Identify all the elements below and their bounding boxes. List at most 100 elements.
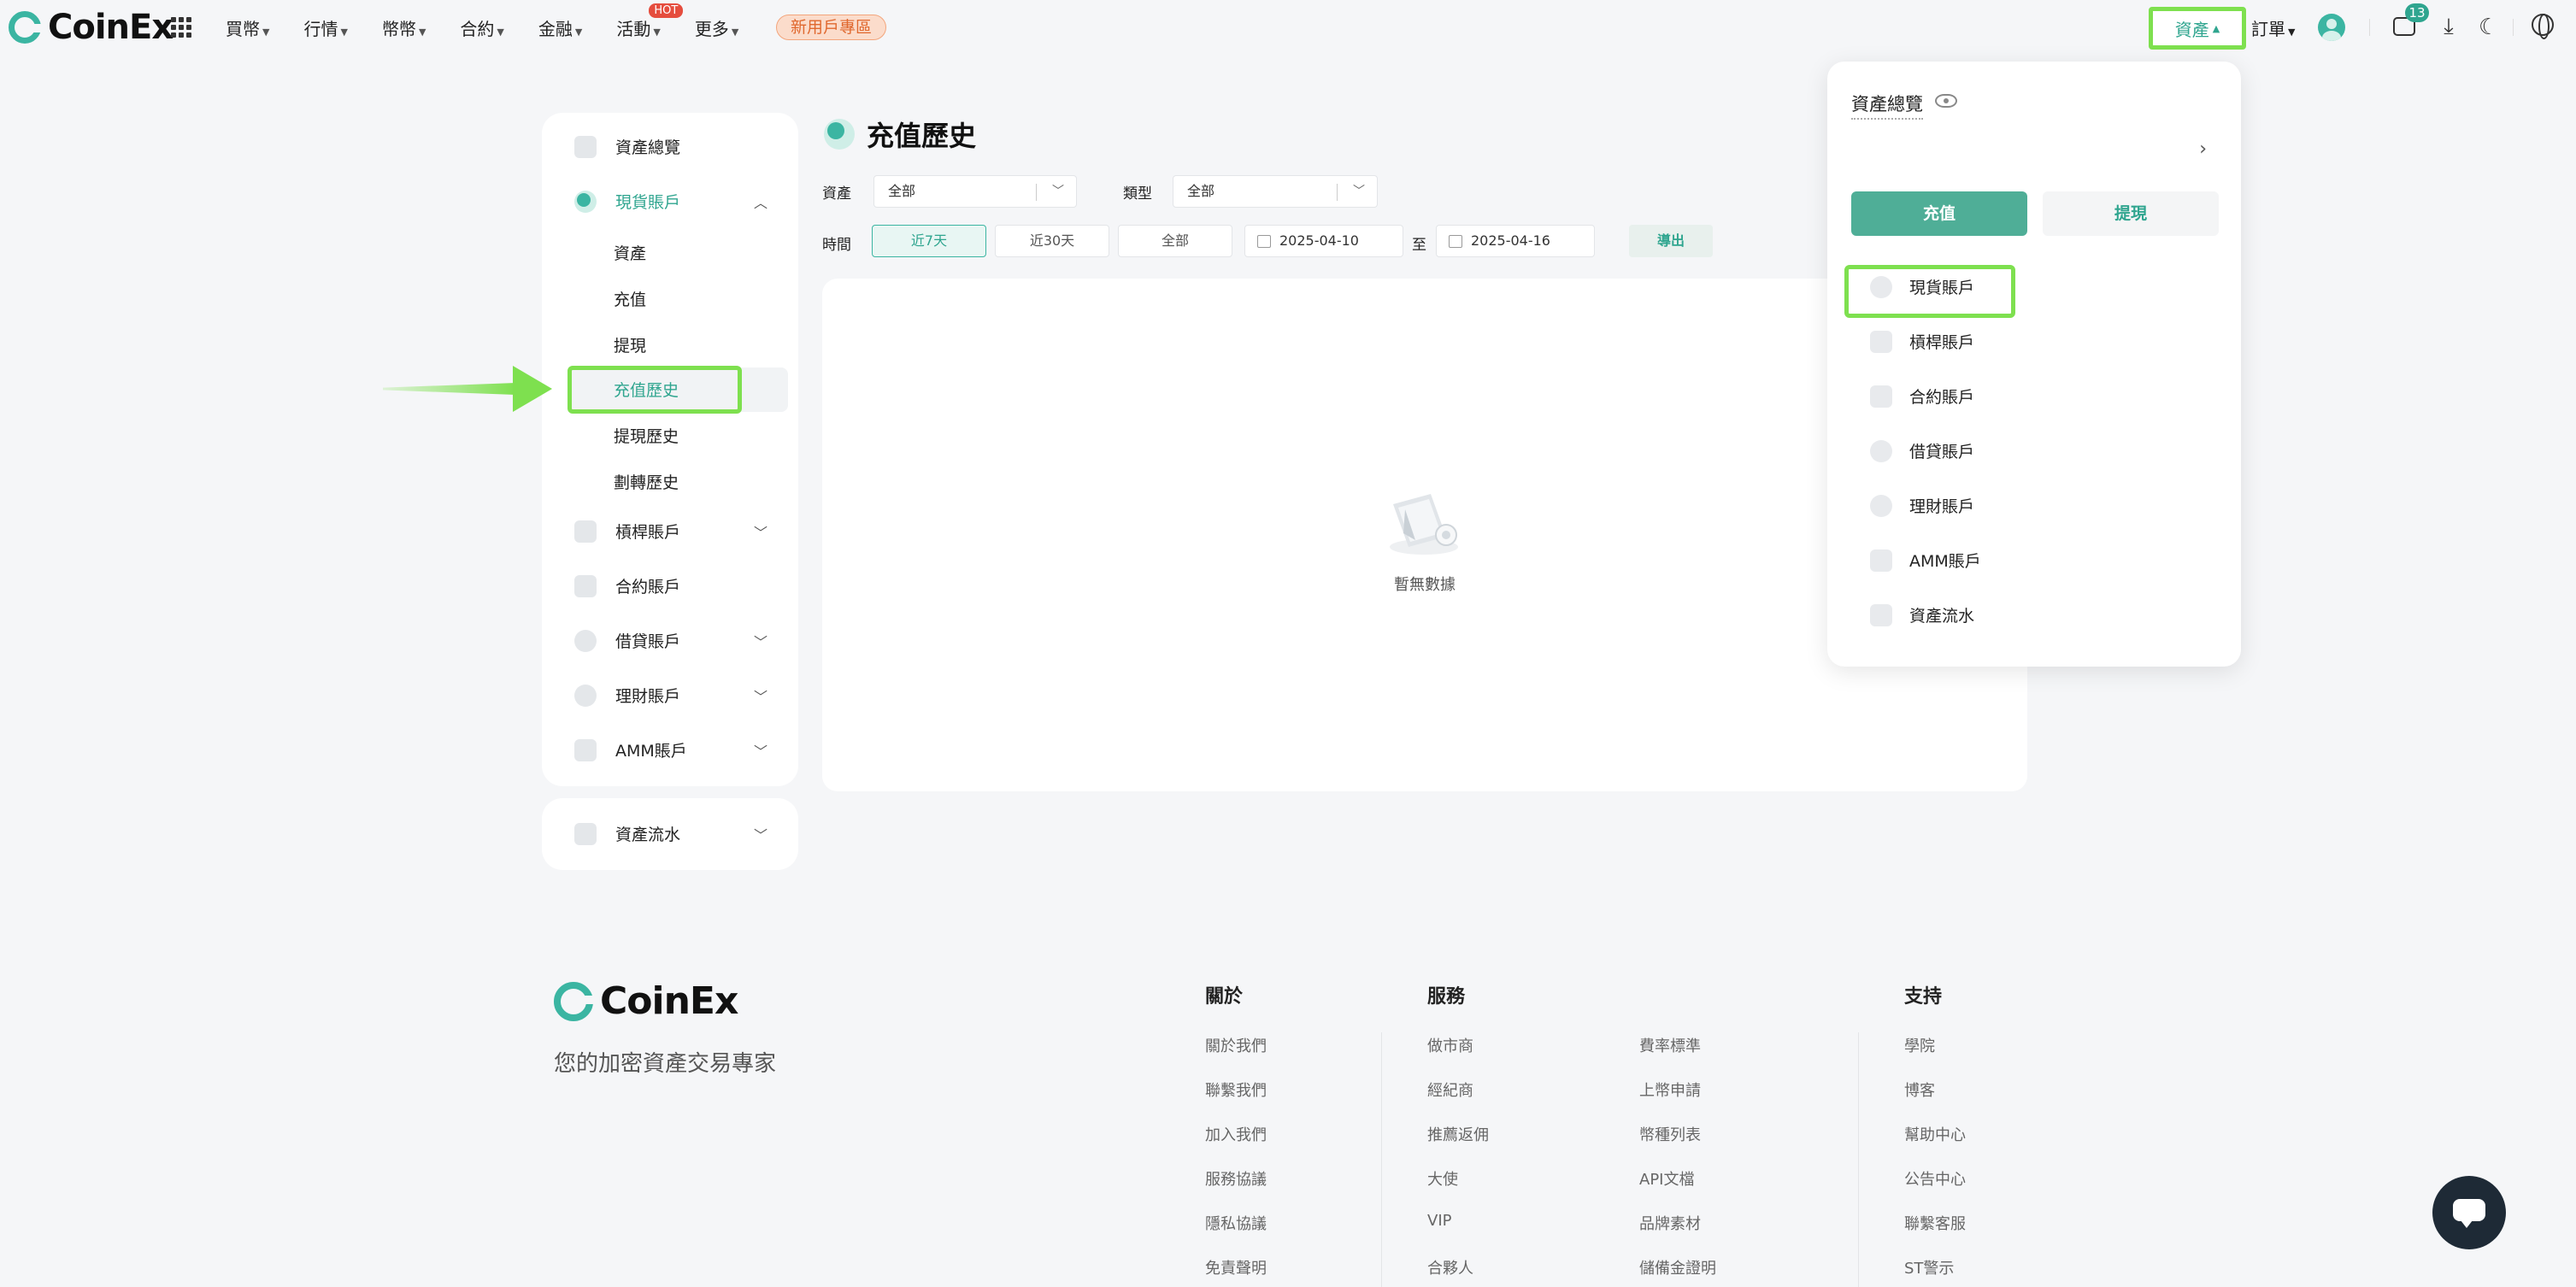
sidebar-item-overview[interactable]: 資產總覽 bbox=[574, 135, 680, 158]
footer-logo-text: CoinEx bbox=[600, 979, 738, 1023]
futures-account-icon bbox=[574, 574, 597, 597]
footer-link[interactable]: 幫助中心 bbox=[1904, 1123, 1966, 1145]
nav-activities[interactable]: 活動 ▼ HOT bbox=[616, 3, 684, 40]
footer-link[interactable]: 上幣申請 bbox=[1639, 1078, 1701, 1101]
chevron-down-icon: ﹀ bbox=[753, 633, 768, 650]
chevron-down-icon: ▼ bbox=[262, 26, 270, 38]
date-from-input[interactable]: 2025-04-10 bbox=[1244, 225, 1403, 257]
footer-logo[interactable]: CoinEx bbox=[554, 979, 738, 1023]
nav-finance[interactable]: 金融 ▼ bbox=[538, 15, 582, 40]
footer-link[interactable]: 聯繫我們 bbox=[1205, 1078, 1267, 1101]
footer-link[interactable]: ST警示 bbox=[1904, 1256, 1954, 1278]
time-all-button[interactable]: 全部 bbox=[1118, 225, 1232, 257]
footer-link[interactable]: 經紀商 bbox=[1427, 1078, 1473, 1101]
eye-icon[interactable] bbox=[1935, 94, 1957, 108]
finance-account-icon bbox=[574, 684, 597, 707]
new-user-promo-button[interactable]: 新用戶專區 bbox=[776, 15, 887, 40]
margin-account-icon bbox=[1870, 330, 1892, 353]
dropdown-item-ledger[interactable]: 資產流水 bbox=[1870, 603, 1974, 626]
footer-link[interactable]: 隱私協議 bbox=[1205, 1212, 1267, 1234]
nav-more[interactable]: 更多 ▼ bbox=[695, 15, 738, 40]
footer-link[interactable]: 服務協議 bbox=[1205, 1167, 1267, 1190]
footer-link[interactable]: 推薦返佣 bbox=[1427, 1123, 1489, 1145]
nav-spot[interactable]: 幣幣 ▼ bbox=[382, 15, 426, 40]
dropdown-item-loan[interactable]: 借貸賬戶 bbox=[1870, 439, 1974, 462]
footer-slogan: 您的加密資產交易專家 bbox=[554, 1051, 777, 1077]
dropdown-item-finance[interactable]: 理財賬戶 bbox=[1870, 494, 1974, 517]
empty-data-illustration bbox=[1390, 494, 1458, 555]
footer-link[interactable]: 加入我們 bbox=[1205, 1123, 1267, 1145]
footer-link[interactable]: 博客 bbox=[1904, 1078, 1935, 1101]
footer-link[interactable]: 公告中心 bbox=[1904, 1167, 1966, 1190]
loan-account-icon bbox=[1870, 439, 1892, 462]
footer-link[interactable]: API文檔 bbox=[1639, 1167, 1694, 1190]
assets-dropdown: 資產總覽 › 充值 提現 現貨賬戶 槓桿賬戶 合約賬戶 借貸賬戶 理財賬戶 AM… bbox=[1827, 62, 2241, 667]
globe-icon[interactable] bbox=[2532, 14, 2554, 39]
deposit-button[interactable]: 充值 bbox=[1851, 191, 2027, 236]
sidebar-sub-withdraw-history[interactable]: 提現歷史 bbox=[614, 424, 679, 447]
dropdown-overview-title[interactable]: 資產總覽 bbox=[1851, 91, 1923, 120]
page-header: 充值歷史 bbox=[824, 115, 976, 154]
chat-support-button[interactable] bbox=[2432, 1176, 2506, 1249]
download-icon[interactable]: ⤓ bbox=[2438, 14, 2460, 39]
nav-futures[interactable]: 合約 ▼ bbox=[460, 15, 503, 40]
sidebar-item-margin[interactable]: 槓桿賬戶 ﹀ bbox=[574, 520, 768, 543]
sidebar-item-spot[interactable]: 現貨賬戶 ︿ bbox=[574, 190, 768, 213]
coinex-logo[interactable]: CoinEx bbox=[9, 8, 173, 47]
page-title: 充值歷史 bbox=[867, 120, 977, 152]
overview-icon bbox=[574, 135, 597, 158]
highlight-box-deposit-history bbox=[568, 366, 742, 414]
time-7d-button[interactable]: 近7天 bbox=[872, 225, 986, 257]
footer-link[interactable]: 做市商 bbox=[1427, 1034, 1473, 1056]
footer-link[interactable]: VIP bbox=[1427, 1212, 1451, 1230]
footer-link[interactable]: 關於我們 bbox=[1205, 1034, 1267, 1056]
annotation-arrow-head bbox=[513, 366, 552, 412]
footer-link[interactable]: 合夥人 bbox=[1427, 1256, 1473, 1278]
type-select[interactable]: 全部 ﹀ bbox=[1173, 175, 1378, 208]
hot-badge: HOT bbox=[649, 3, 684, 18]
dropdown-item-amm[interactable]: AMM賬戶 bbox=[1870, 549, 1981, 572]
loan-account-icon bbox=[574, 629, 597, 652]
chevron-down-icon: ﹀ bbox=[1052, 185, 1064, 198]
apps-grid-icon[interactable] bbox=[171, 17, 191, 38]
nav-markets[interactable]: 行情 ▼ bbox=[303, 15, 347, 40]
amm-account-icon bbox=[574, 738, 597, 761]
footer-link[interactable]: 幣種列表 bbox=[1639, 1123, 1701, 1145]
withdraw-button[interactable]: 提現 bbox=[2043, 191, 2219, 236]
assets-menu-button[interactable]: 資產 ▲ bbox=[2149, 7, 2246, 50]
sidebar-sub-withdraw[interactable]: 提現 bbox=[614, 333, 646, 356]
nav-divider bbox=[2369, 19, 2370, 36]
footer-link[interactable]: 品牌素材 bbox=[1639, 1212, 1701, 1234]
chevron-down-icon: ▼ bbox=[497, 26, 504, 38]
dropdown-item-futures[interactable]: 合約賬戶 bbox=[1870, 385, 1974, 408]
footer-link[interactable]: 儲備金證明 bbox=[1639, 1256, 1716, 1278]
sidebar-item-loan[interactable]: 借貸賬戶 ﹀ bbox=[574, 629, 768, 652]
export-button[interactable]: 導出 bbox=[1629, 225, 1713, 257]
margin-account-icon bbox=[574, 520, 597, 543]
asset-select[interactable]: 全部 ﹀ bbox=[873, 175, 1077, 208]
chevron-down-icon: ▼ bbox=[2288, 26, 2296, 38]
sidebar-item-amm[interactable]: AMM賬戶 ﹀ bbox=[574, 738, 768, 761]
chevron-right-icon[interactable]: › bbox=[2199, 138, 2207, 160]
sidebar-item-ledger[interactable]: 資產流水 ﹀ bbox=[574, 822, 768, 845]
footer-link[interactable]: 費率標準 bbox=[1639, 1034, 1701, 1056]
sidebar-item-futures[interactable]: 合約賬戶 bbox=[574, 574, 680, 597]
sidebar-sub-deposit[interactable]: 充值 bbox=[614, 287, 646, 310]
avatar[interactable] bbox=[2318, 14, 2345, 41]
footer-link[interactable]: 聯繫客服 bbox=[1904, 1212, 1966, 1234]
sidebar-item-finance[interactable]: 理財賬戶 ﹀ bbox=[574, 684, 768, 707]
empty-data-text: 暫無數據 bbox=[1394, 576, 1456, 594]
orders-menu-button[interactable]: 訂單 ▼ bbox=[2251, 15, 2295, 40]
futures-account-icon bbox=[1870, 385, 1892, 408]
footer-link[interactable]: 學院 bbox=[1904, 1034, 1935, 1056]
sidebar-sub-transfer-history[interactable]: 劃轉歷史 bbox=[614, 470, 679, 493]
dropdown-item-margin[interactable]: 槓桿賬戶 bbox=[1870, 330, 1974, 353]
footer-link[interactable]: 免責聲明 bbox=[1205, 1256, 1267, 1278]
nav-buy-crypto[interactable]: 買幣 ▼ bbox=[226, 15, 269, 40]
chevron-down-icon: ▼ bbox=[340, 26, 348, 38]
sidebar-sub-assets[interactable]: 資產 bbox=[614, 241, 646, 264]
footer-link[interactable]: 大使 bbox=[1427, 1167, 1458, 1190]
time-30d-button[interactable]: 近30天 bbox=[995, 225, 1109, 257]
date-to-input[interactable]: 2025-04-16 bbox=[1436, 225, 1595, 257]
moon-icon[interactable]: ☾ bbox=[2479, 15, 2498, 40]
